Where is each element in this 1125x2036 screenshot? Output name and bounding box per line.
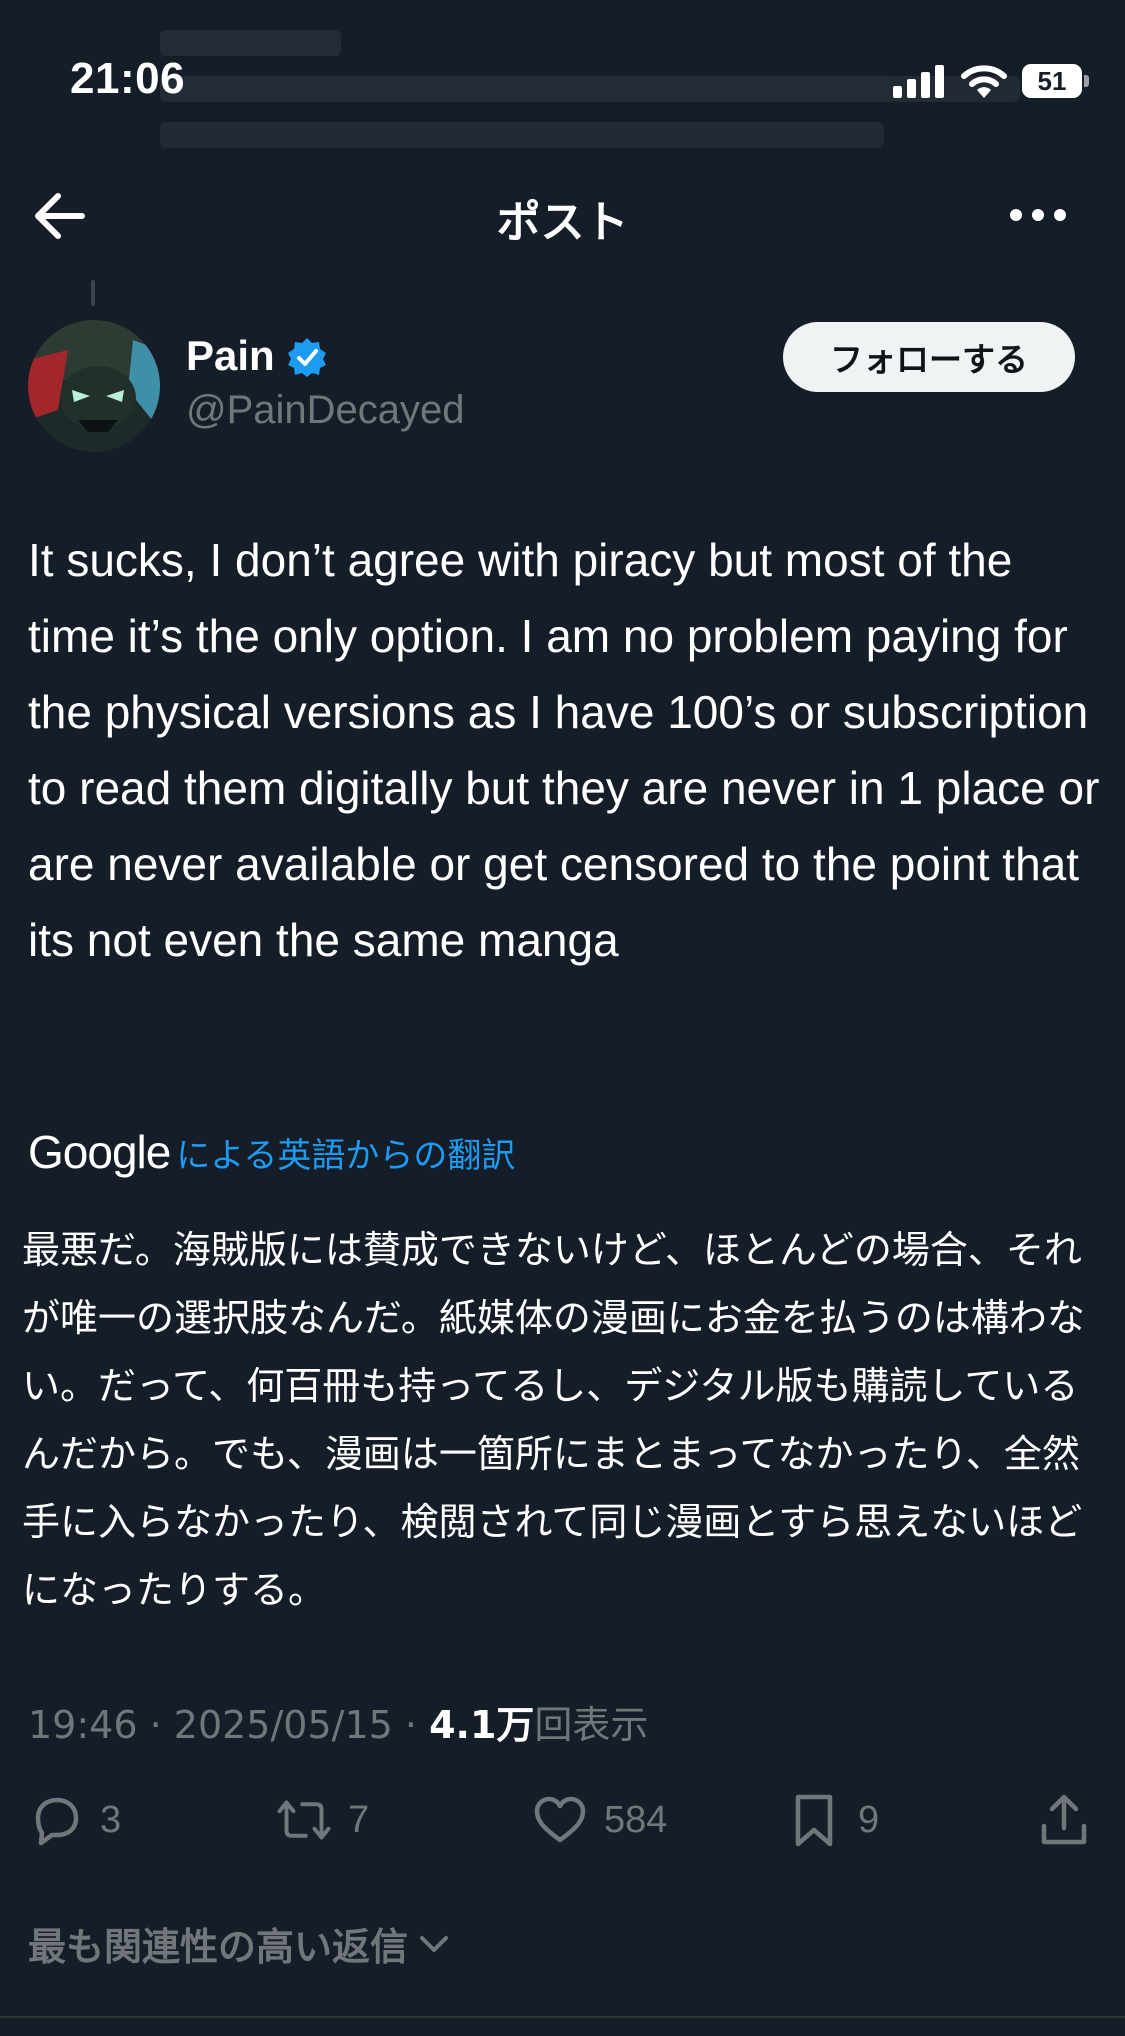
cellular-signal-icon [893,64,945,98]
bookmark-button[interactable]: 9 [786,1784,879,1856]
status-time: 21:06 [70,54,186,103]
share-button[interactable] [1036,1784,1092,1856]
more-options-icon[interactable] [1010,200,1070,230]
battery-icon: 51 [1022,64,1082,98]
reply-count: 3 [100,1798,122,1841]
post-time: 19:46 [28,1703,138,1747]
follow-button[interactable]: フォローする [783,322,1075,392]
verified-badge-icon [288,338,326,377]
battery-tip [1084,75,1089,87]
translation-attribution: Google による英語からの翻訳 [28,1126,515,1178]
repost-button[interactable]: 7 [276,1784,369,1856]
view-count-label: 回表示 [534,1703,649,1747]
bookmark-count: 9 [858,1798,880,1841]
thread-connector-line [91,280,95,306]
like-count: 584 [604,1798,668,1841]
post-text: It sucks, I don’t agree with piracy but … [28,534,1100,966]
google-logo: Google [28,1126,171,1178]
author-handle[interactable]: @PainDecayed [186,388,465,433]
repost-icon [277,1800,331,1840]
translated-post-text: 最悪だ。海賊版には賛成できないけど、ほとんどの場合、それが唯一の選択肢なんだ。紙… [22,1228,1085,1612]
heart-icon [534,1796,586,1843]
meta-separator: · [149,1703,174,1747]
share-icon [1041,1794,1087,1845]
author-name[interactable]: Pain [186,332,275,380]
reply-icon [35,1797,79,1846]
divider [0,2016,1125,2018]
chevron-down-icon [420,1935,449,1952]
meta-separator: · [404,1703,430,1747]
view-count[interactable]: 4.1万 [429,1703,534,1747]
like-button[interactable]: 584 [532,1784,667,1856]
replies-sort-label: 最も関連性の高い返信 [28,1925,409,1969]
page-title: ポスト [496,198,629,247]
status-bar: 21:06 51 [0,0,1125,160]
wifi-icon [961,65,1007,98]
post-date: 2025/05/15 [173,1703,393,1747]
reply-button[interactable]: 3 [28,1784,121,1856]
post-metadata: 19:46 · 2025/05/15 · 4.1万回表示 [28,1694,648,1749]
replies-sort-dropdown[interactable]: 最も関連性の高い返信 [28,1916,454,1971]
bookmark-icon [795,1794,833,1847]
action-bar: 3 7 584 9 [0,1784,1125,1856]
translation-link[interactable]: による英語からの翻訳 [176,1128,515,1177]
repost-count: 7 [348,1798,370,1841]
avatar[interactable] [28,320,160,452]
top-bar: ポスト [0,170,1125,260]
